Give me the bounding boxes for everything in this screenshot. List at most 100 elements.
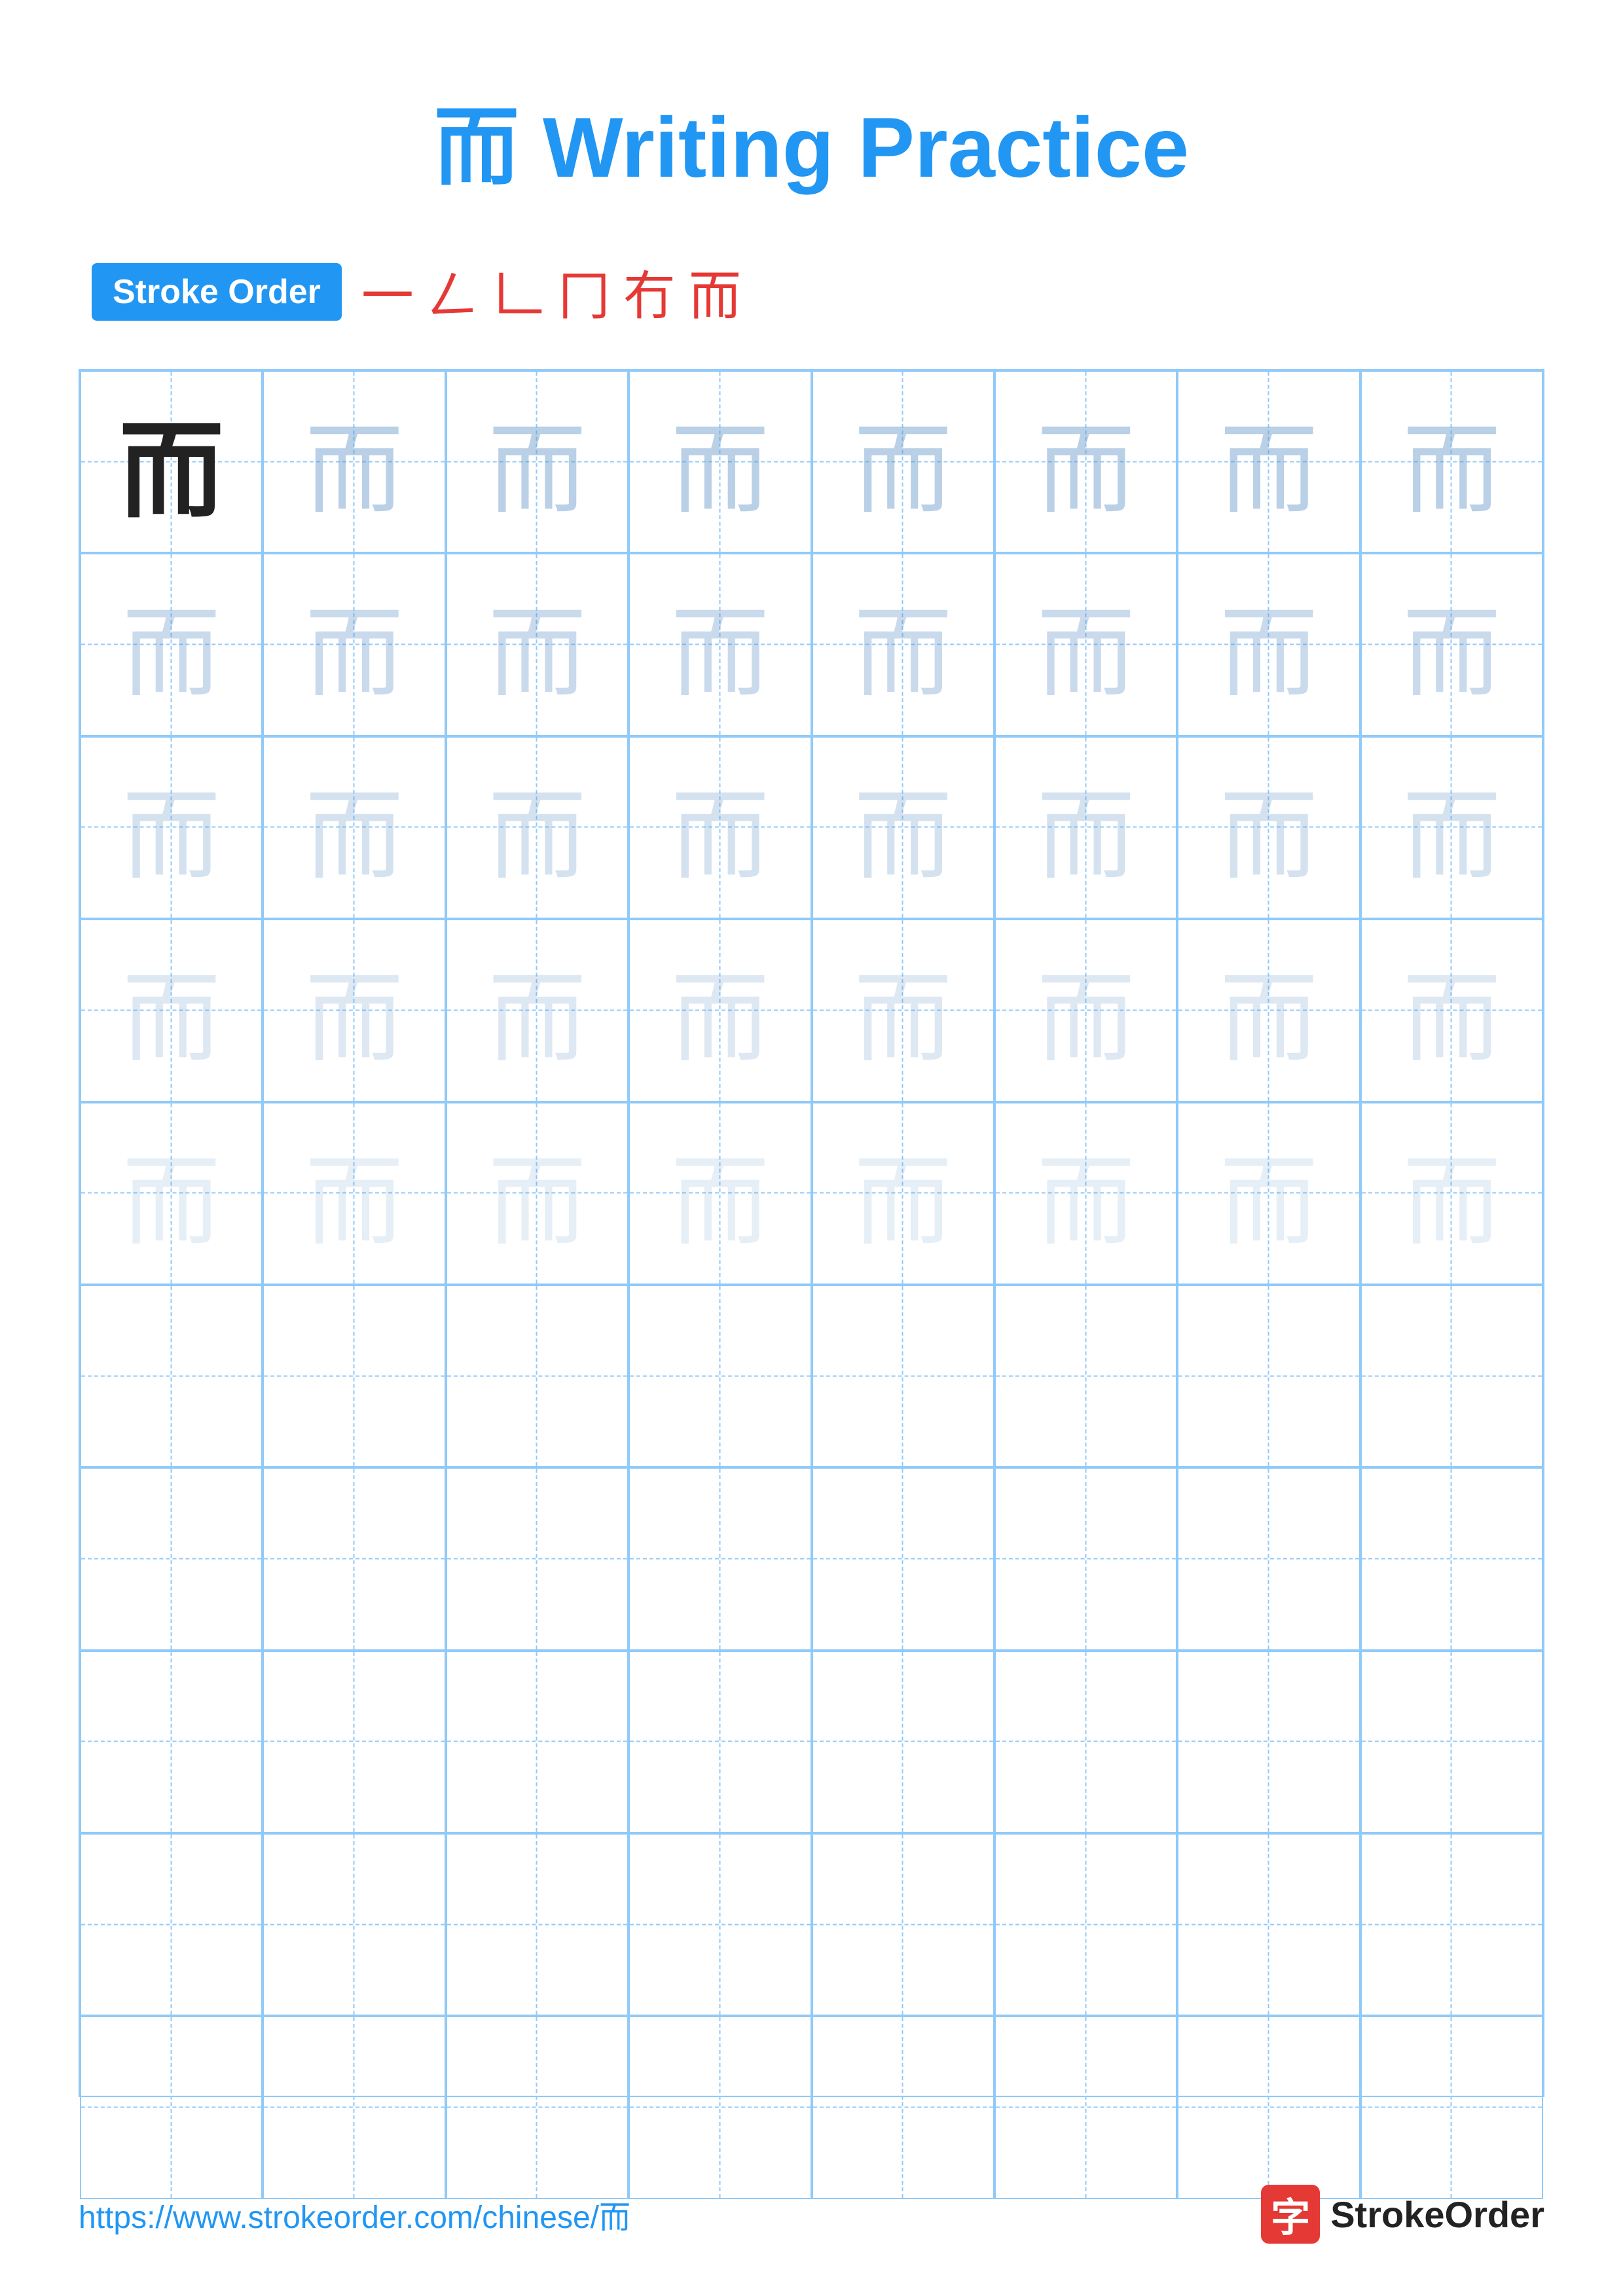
grid-cell-r3c5[interactable]: 而 (812, 736, 994, 919)
stroke-order-badge: Stroke Order (92, 263, 342, 321)
grid-cell-r2c2[interactable]: 而 (263, 553, 445, 736)
grid-cell-r4c5[interactable]: 而 (812, 919, 994, 1102)
grid-cell-r6c1[interactable] (80, 1285, 263, 1467)
grid-cell-r7c5[interactable] (812, 1467, 994, 1650)
grid-cell-r4c1[interactable]: 而 (80, 919, 263, 1102)
grid-cell-r6c2[interactable] (263, 1285, 445, 1467)
grid-cell-r10c3[interactable] (446, 2016, 629, 2198)
grid-cell-r3c4[interactable]: 而 (629, 736, 811, 919)
grid-cell-r1c6[interactable]: 而 (994, 370, 1177, 553)
char-guide: 而 (1037, 1122, 1135, 1265)
grid-cell-r2c8[interactable]: 而 (1360, 553, 1543, 736)
grid-cell-r4c4[interactable]: 而 (629, 919, 811, 1102)
grid-cell-r4c7[interactable]: 而 (1177, 919, 1360, 1102)
grid-cell-r4c6[interactable]: 而 (994, 919, 1177, 1102)
footer-url[interactable]: https://www.strokeorder.com/chinese/而 (79, 2191, 630, 2237)
grid-cell-r8c1[interactable] (80, 1651, 263, 1833)
grid-cell-r7c2[interactable] (263, 1467, 445, 1650)
grid-cell-r7c6[interactable] (994, 1467, 1177, 1650)
grid-cell-r3c8[interactable]: 而 (1360, 736, 1543, 919)
grid-cell-r7c8[interactable] (1360, 1467, 1543, 1650)
logo-char: 字 (1271, 2186, 1310, 2243)
grid-cell-r10c6[interactable] (994, 2016, 1177, 2198)
grid-cell-r6c6[interactable] (994, 1285, 1177, 1467)
grid-cell-r9c6[interactable] (994, 1833, 1177, 2016)
grid-cell-r10c1[interactable] (80, 2016, 263, 2198)
grid-cell-r3c1[interactable]: 而 (80, 736, 263, 919)
grid-cell-r8c3[interactable] (446, 1651, 629, 1833)
grid-cell-r4c3[interactable]: 而 (446, 919, 629, 1102)
grid-cell-r5c4[interactable]: 而 (629, 1102, 811, 1285)
grid-cell-r5c8[interactable]: 而 (1360, 1102, 1543, 1285)
grid-cell-r5c1[interactable]: 而 (80, 1102, 263, 1285)
grid-cell-r9c2[interactable] (263, 1833, 445, 2016)
char-guide: 而 (488, 1122, 586, 1265)
grid-cell-r10c8[interactable] (1360, 2016, 1543, 2198)
char-guide: 而 (1037, 939, 1135, 1081)
grid-cell-r1c3[interactable]: 而 (446, 370, 629, 553)
grid-cell-r9c7[interactable] (1177, 1833, 1360, 2016)
grid-cell-r10c4[interactable] (629, 2016, 811, 2198)
grid-cell-r6c8[interactable] (1360, 1285, 1543, 1467)
char-guide: 而 (488, 391, 586, 533)
grid-cell-r1c2[interactable]: 而 (263, 370, 445, 553)
grid-cell-r6c3[interactable] (446, 1285, 629, 1467)
char-guide: 而 (854, 391, 952, 533)
char-guide: 而 (854, 1122, 952, 1265)
grid-cell-r5c6[interactable]: 而 (994, 1102, 1177, 1285)
grid-cell-r8c6[interactable] (994, 1651, 1177, 1833)
char-guide: 而 (1402, 757, 1501, 899)
grid-cell-r3c3[interactable]: 而 (446, 736, 629, 919)
grid-cell-r8c5[interactable] (812, 1651, 994, 1833)
char-guide: 而 (1220, 757, 1318, 899)
grid-cell-r5c2[interactable]: 而 (263, 1102, 445, 1285)
grid-cell-r9c1[interactable] (80, 1833, 263, 2016)
grid-cell-r7c3[interactable] (446, 1467, 629, 1650)
grid-cell-r3c6[interactable]: 而 (994, 736, 1177, 919)
grid-cell-r2c4[interactable]: 而 (629, 553, 811, 736)
grid-cell-r1c5[interactable]: 而 (812, 370, 994, 553)
grid-cell-r2c5[interactable]: 而 (812, 553, 994, 736)
grid-cell-r10c2[interactable] (263, 2016, 445, 2198)
grid-cell-r7c1[interactable] (80, 1467, 263, 1650)
grid-cell-r5c5[interactable]: 而 (812, 1102, 994, 1285)
grid-cell-r9c8[interactable] (1360, 1833, 1543, 2016)
grid-cell-r8c7[interactable] (1177, 1651, 1360, 1833)
char-guide: 而 (122, 757, 221, 899)
grid-cell-r6c4[interactable] (629, 1285, 811, 1467)
char-guide: 而 (1402, 1122, 1501, 1265)
grid-cell-r10c5[interactable] (812, 2016, 994, 2198)
grid-cell-r2c1[interactable]: 而 (80, 553, 263, 736)
grid-cell-r6c7[interactable] (1177, 1285, 1360, 1467)
grid-cell-r3c7[interactable]: 而 (1177, 736, 1360, 919)
grid-cell-r2c6[interactable]: 而 (994, 553, 1177, 736)
grid-cell-r2c7[interactable]: 而 (1177, 553, 1360, 736)
grid-cell-r3c2[interactable]: 而 (263, 736, 445, 919)
title-label: Writing Practice (543, 99, 1189, 195)
grid-cell-r7c4[interactable] (629, 1467, 811, 1650)
grid-cell-r5c3[interactable]: 而 (446, 1102, 629, 1285)
grid-cell-r1c8[interactable]: 而 (1360, 370, 1543, 553)
grid-cell-r9c5[interactable] (812, 1833, 994, 2016)
grid-cell-r1c4[interactable]: 而 (629, 370, 811, 553)
grid-cell-r5c7[interactable]: 而 (1177, 1102, 1360, 1285)
grid-cell-r6c5[interactable] (812, 1285, 994, 1467)
grid-cell-r1c7[interactable]: 而 (1177, 370, 1360, 553)
footer: https://www.strokeorder.com/chinese/而 字 … (79, 2185, 1544, 2244)
grid-cell-r10c7[interactable] (1177, 2016, 1360, 2198)
page: 而 Writing Practice Stroke Order 一 𠃋 𠃊 冂 … (0, 0, 1623, 2296)
grid-cell-r1c1[interactable]: 而 (80, 370, 263, 553)
grid-cell-r8c8[interactable] (1360, 1651, 1543, 1833)
grid-cell-r2c3[interactable]: 而 (446, 553, 629, 736)
grid-cell-r9c4[interactable] (629, 1833, 811, 2016)
grid-cell-r7c7[interactable] (1177, 1467, 1360, 1650)
char-guide: 而 (305, 757, 403, 899)
grid-cell-r8c4[interactable] (629, 1651, 811, 1833)
grid-cell-r4c8[interactable]: 而 (1360, 919, 1543, 1102)
char-guide: 而 (1037, 391, 1135, 533)
grid-cell-r4c2[interactable]: 而 (263, 919, 445, 1102)
grid-cell-r9c3[interactable] (446, 1833, 629, 2016)
practice-grid: 而 而 而 而 而 而 而 而 而 而 而 而 而 而 而 而 而 而 而 而 … (79, 369, 1544, 2097)
char-guide: 而 (305, 574, 403, 716)
grid-cell-r8c2[interactable] (263, 1651, 445, 1833)
